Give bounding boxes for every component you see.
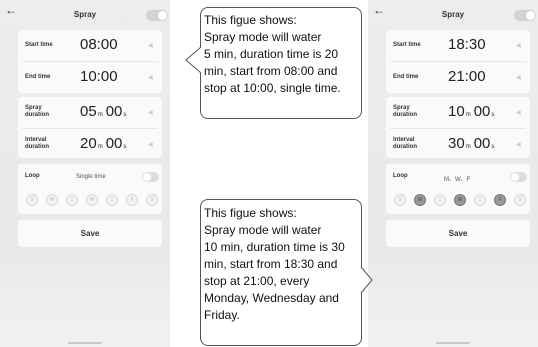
end-time-label: End time [393, 74, 419, 80]
day-wednesday[interactable]: W [86, 194, 98, 206]
page-title: Spray [73, 10, 97, 19]
spray-duration-value: 10m 00s [448, 103, 495, 120]
home-indicator [68, 342, 102, 344]
page-title: Spray [441, 10, 465, 19]
day-tuesday[interactable]: T [66, 194, 78, 206]
end-time-value: 10:00 [80, 68, 118, 85]
interval-duration-label: Interval duration [25, 137, 49, 150]
time-card: Start time 18:30 ◀ End time 21:00 ◀ [386, 30, 530, 93]
interval-duration-value: 30m 00s [448, 135, 495, 152]
spray-duration-label: Spray duration [25, 105, 49, 118]
day-saturday[interactable]: S [514, 194, 526, 206]
day-saturday[interactable]: S [146, 194, 158, 206]
header-bar: ← Spray [0, 0, 170, 30]
start-time-label: Start time [25, 42, 53, 48]
start-time-value: 08:00 [80, 36, 118, 53]
chevron-left-icon: ◀ [148, 110, 153, 116]
header-bar: ← Spray [368, 0, 538, 30]
day-thursday[interactable]: T [474, 194, 486, 206]
end-time-label: End time [25, 74, 51, 80]
time-card: Start time 08:00 ◀ End time 10:00 ◀ [18, 30, 162, 93]
day-monday[interactable]: M [46, 194, 58, 206]
loop-value: M、W、F [444, 177, 471, 183]
interval-duration-row[interactable]: Interval duration 30m 00s ◀ [386, 129, 530, 160]
spray-duration-row[interactable]: Spray duration 10m 00s ◀ [386, 97, 530, 128]
spray-toggle[interactable] [146, 10, 168, 21]
day-wednesday[interactable]: W [454, 194, 466, 206]
loop-row: Loop Single time [18, 164, 162, 188]
loop-row: Loop M、W、F [386, 164, 530, 188]
end-time-row[interactable]: End time 21:00 ◀ [386, 62, 530, 93]
loop-toggle[interactable] [142, 172, 159, 182]
day-thursday[interactable]: T [106, 194, 118, 206]
left-phone-screen: ← Spray Start time 08:00 ◀ End time 10:0… [0, 0, 170, 347]
spray-duration-label: Spray duration [393, 105, 417, 118]
start-time-value: 18:30 [448, 36, 486, 53]
day-sunday[interactable]: S [394, 194, 406, 206]
callout-single-time: This figue shows: Spray mode will water … [200, 7, 362, 119]
chevron-left-icon: ◀ [148, 43, 153, 49]
day-tuesday[interactable]: T [434, 194, 446, 206]
save-button[interactable]: Save [386, 220, 530, 247]
chevron-left-icon: ◀ [516, 110, 521, 116]
save-button[interactable]: Save [18, 220, 162, 247]
loop-toggle[interactable] [510, 172, 527, 182]
start-time-label: Start time [393, 42, 421, 48]
loop-card: Loop Single time S M T W T F S [18, 164, 162, 214]
spray-duration-value: 05m 00s [80, 103, 127, 120]
day-friday[interactable]: F [494, 194, 506, 206]
loop-card: Loop M、W、F S M T W T F S [386, 164, 530, 214]
callout-pointer [185, 46, 202, 74]
home-indicator [436, 342, 470, 344]
end-time-row[interactable]: End time 10:00 ◀ [18, 62, 162, 93]
chevron-left-icon: ◀ [148, 75, 153, 81]
day-sunday[interactable]: S [26, 194, 38, 206]
start-time-row[interactable]: Start time 08:00 ◀ [18, 30, 162, 61]
chevron-left-icon: ◀ [516, 75, 521, 81]
interval-duration-label: Interval duration [393, 137, 417, 150]
callout-text: This figue shows: Spray mode will water … [204, 206, 345, 322]
duration-card: Spray duration 10m 00s ◀ Interval duratio… [386, 97, 530, 158]
weekday-selector: S M T W T F S [26, 194, 158, 206]
day-monday[interactable]: M [414, 194, 426, 206]
callout-text: This figue shows: Spray mode will water … [204, 13, 341, 95]
chevron-left-icon: ◀ [516, 142, 521, 148]
weekday-selector: S M T W T F S [394, 194, 526, 206]
chevron-left-icon: ◀ [516, 43, 521, 49]
spray-toggle[interactable] [514, 10, 536, 21]
callout-repeat-schedule: This figue shows: Spray mode will water … [200, 199, 362, 346]
interval-duration-row[interactable]: Interval duration 20m 00s ◀ [18, 129, 162, 160]
duration-card: Spray duration 05m 00s ◀ Interval duratio… [18, 97, 162, 158]
callout-pointer [360, 266, 373, 294]
interval-duration-value: 20m 00s [80, 135, 127, 152]
day-friday[interactable]: F [126, 194, 138, 206]
start-time-row[interactable]: Start time 18:30 ◀ [386, 30, 530, 61]
end-time-value: 21:00 [448, 68, 486, 85]
loop-label: Loop [25, 173, 40, 179]
loop-value: Single time [76, 174, 106, 180]
spray-duration-row[interactable]: Spray duration 05m 00s ◀ [18, 97, 162, 128]
loop-label: Loop [393, 173, 408, 179]
right-phone-screen: ← Spray Start time 18:30 ◀ End time 21:0… [368, 0, 538, 347]
chevron-left-icon: ◀ [148, 142, 153, 148]
